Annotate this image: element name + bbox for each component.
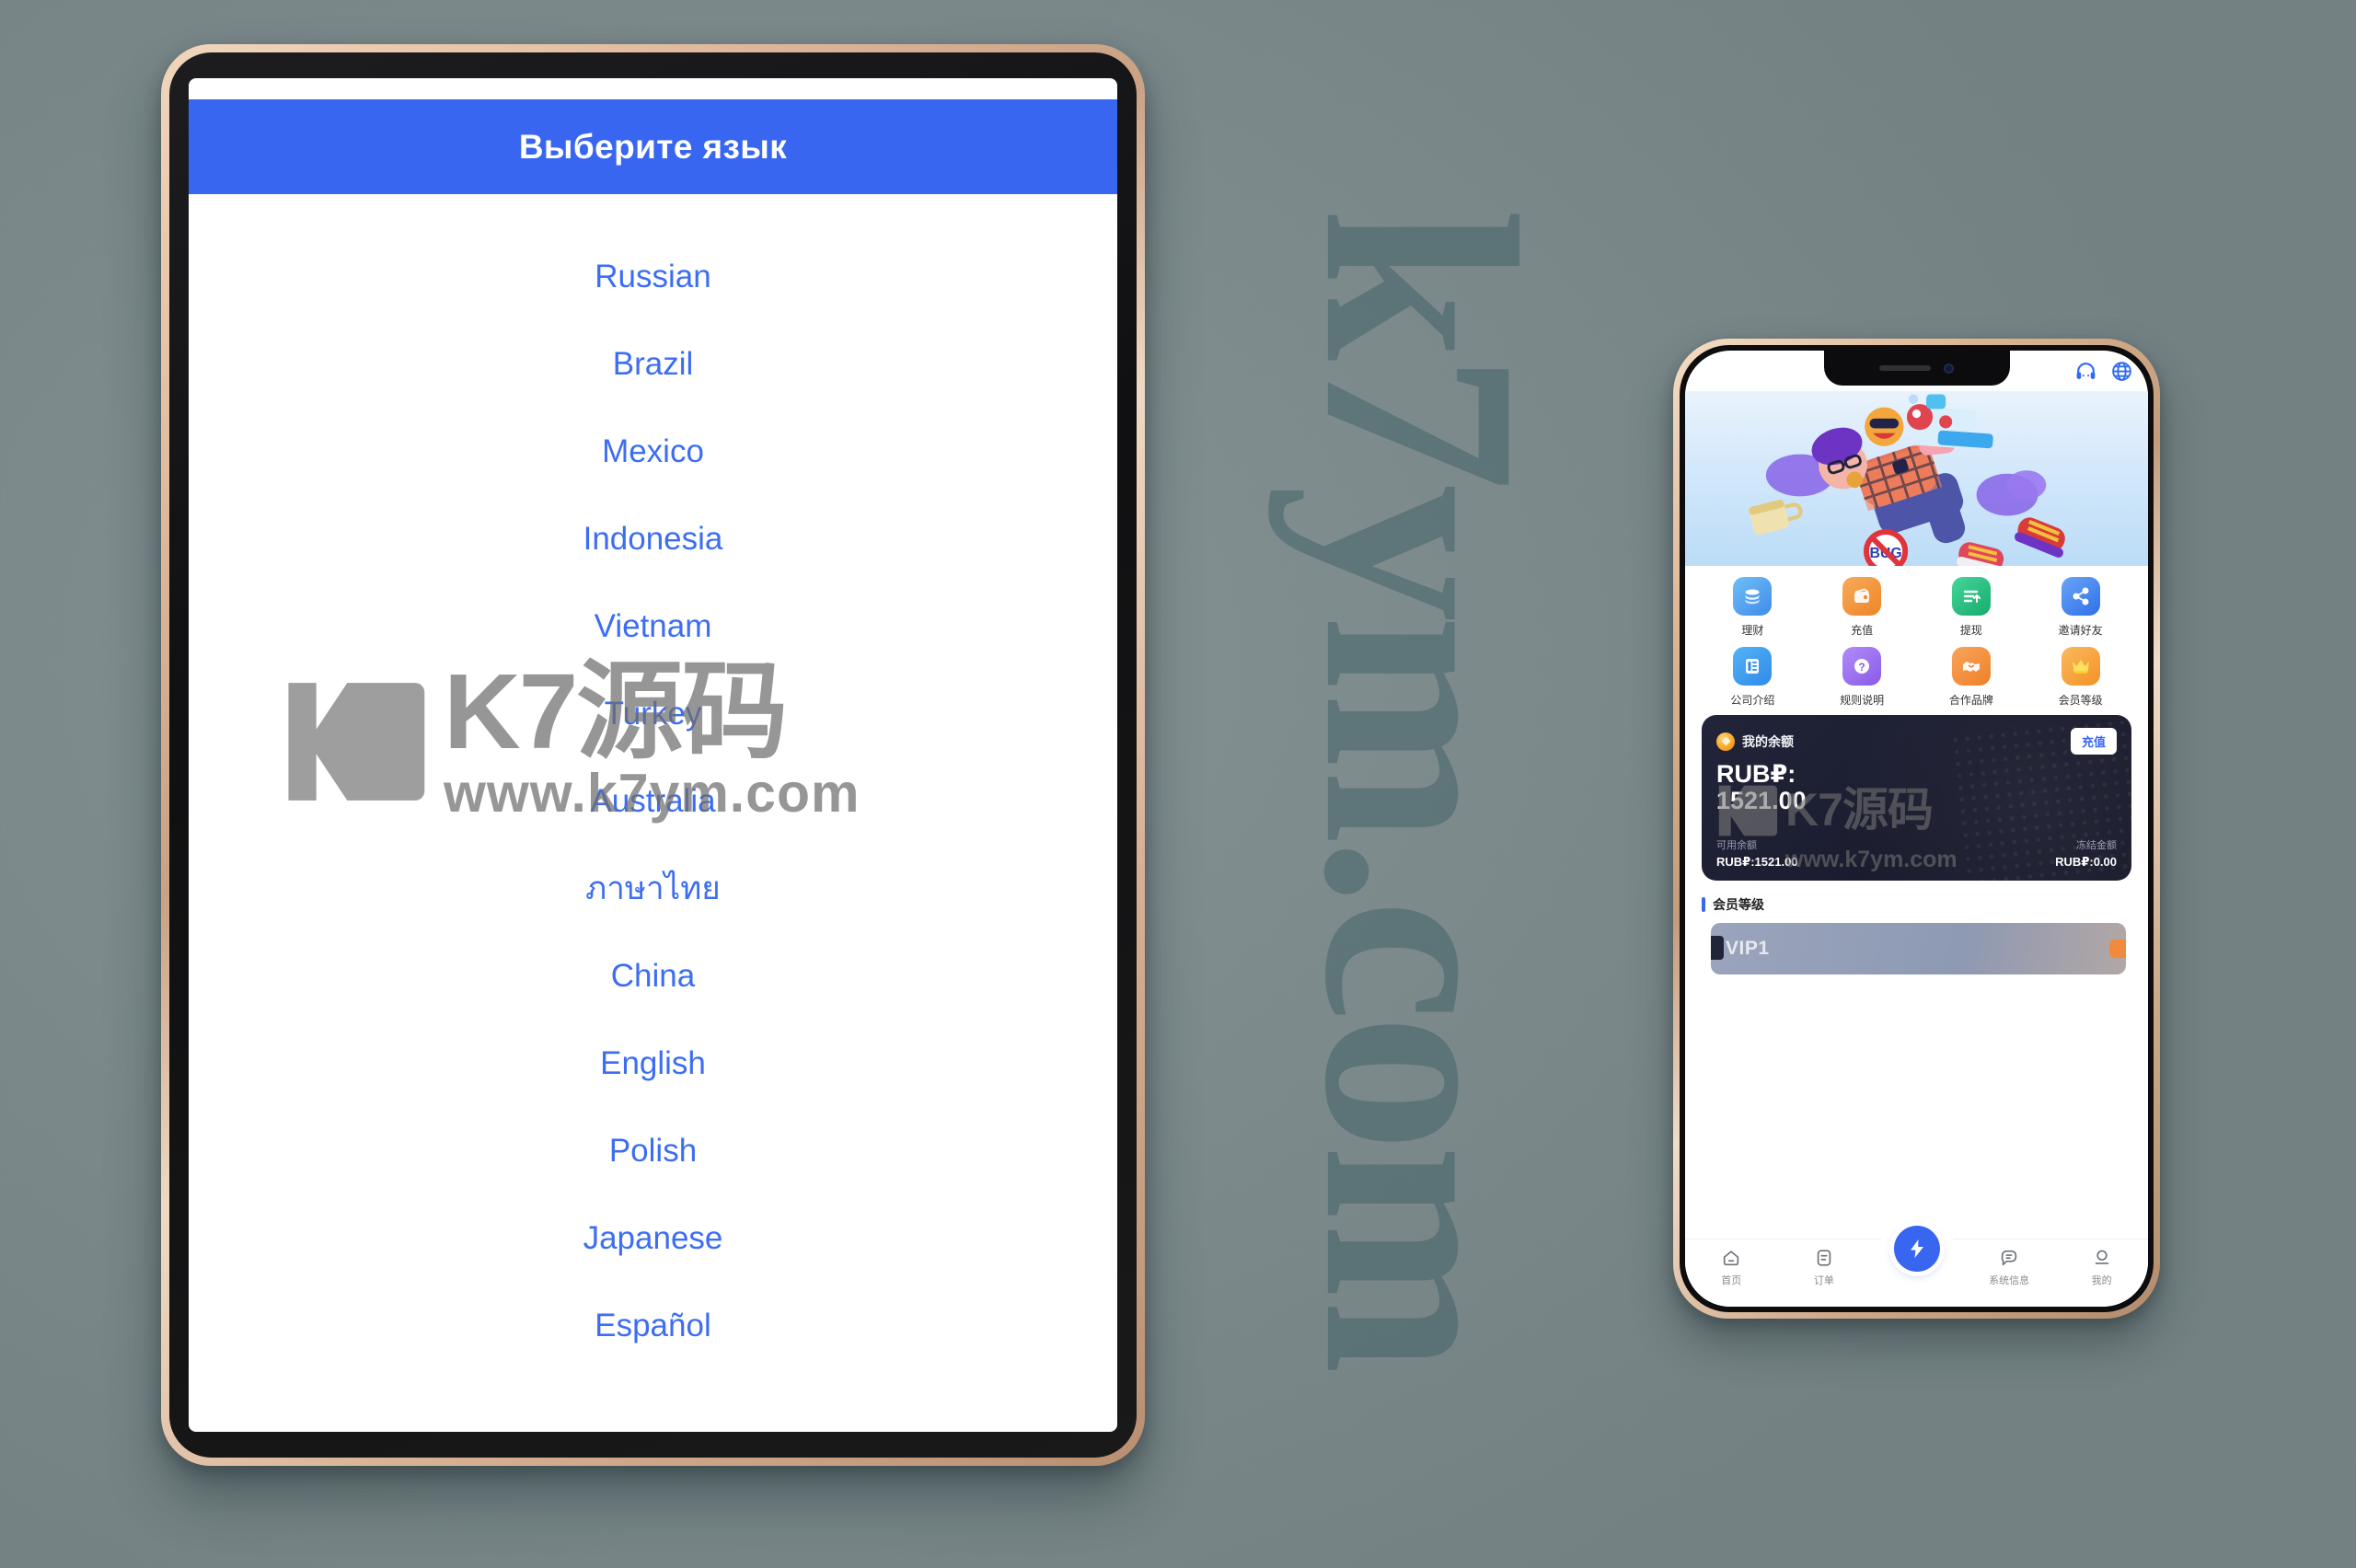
quick-action-guizeshuoming[interactable]: ? 规则说明 <box>1807 638 1917 708</box>
tab-orders[interactable]: 订单 <box>1778 1248 1871 1287</box>
language-option-thai[interactable]: ภาษาไทย <box>189 845 1117 932</box>
balance-amount: RUB₽: 1521.00 <box>1716 760 1807 815</box>
person-icon <box>2095 1250 2108 1264</box>
quick-action-tixian[interactable]: 提现 <box>1917 568 2027 638</box>
crown-icon <box>2061 647 2100 686</box>
vip-card-decor-right <box>2109 940 2126 958</box>
handshake-icon <box>1951 647 1991 686</box>
document-icon <box>1733 647 1773 686</box>
wallet-icon <box>1842 577 1882 616</box>
language-option-english[interactable]: English <box>189 1020 1117 1107</box>
language-option-vietnam[interactable]: Vietnam <box>189 582 1117 670</box>
coin-icon <box>1716 732 1735 751</box>
question-icon: ? <box>1842 647 1882 686</box>
frozen-balance-value: RUB₽:0.00 <box>2055 855 2117 869</box>
tab-home[interactable]: 首页 <box>1685 1248 1778 1287</box>
earpiece-speaker <box>1879 365 1931 371</box>
language-list: Russian Brazil Mexico Indonesia Vietnam … <box>189 194 1117 1432</box>
lightning-fab-button[interactable] <box>1893 1226 1940 1272</box>
quick-action-label: 合作品牌 <box>1948 694 1993 707</box>
quick-action-label: 公司介绍 <box>1730 694 1775 707</box>
tablet-device: Выберите язык Russian Brazil Mexico Indo… <box>161 44 1145 1466</box>
hero-illustration: BUG <box>1749 394 2065 566</box>
watermark-vertical-domain: k7ym.com <box>1268 0 1574 1568</box>
quick-action-label: 充值 <box>1851 624 1874 637</box>
balance-card-footer: 可用余额 RUB₽:1521.00 冻结金额 RUB₽:0.00 <box>1716 837 2117 870</box>
language-selection-screen: Выберите язык Russian Brazil Mexico Indo… <box>189 78 1117 1432</box>
quick-action-chongzhi[interactable]: 充值 <box>1807 568 1917 638</box>
vip-card-decor-left <box>1711 936 1724 960</box>
tab-profile[interactable]: 我的 <box>2055 1248 2148 1287</box>
quick-action-label: 会员等级 <box>2058 694 2103 707</box>
frozen-balance-label: 冻结金额 <box>2076 840 2117 851</box>
coins-icon <box>1733 577 1773 616</box>
vip-section: 会员等级 VIP1 <box>1702 895 2131 974</box>
phone-bezel: BUG <box>1680 345 2154 1312</box>
front-camera <box>1944 363 1954 374</box>
tab-system-messages[interactable]: 系统信息 <box>1963 1248 2056 1287</box>
available-balance-label: 可用余额 <box>1716 840 1757 851</box>
order-icon <box>1817 1250 1831 1266</box>
phone-notch <box>1823 351 2010 386</box>
language-option-turkey[interactable]: Turkey <box>189 670 1117 757</box>
app-home-screen: BUG <box>1685 351 2148 1307</box>
home-icon <box>1724 1251 1739 1266</box>
tab-label: 我的 <box>2091 1275 2112 1286</box>
quick-action-licai[interactable]: 理财 <box>1698 568 1807 638</box>
quick-actions-row-2: 公司介绍 ? 规则说明 合作品牌 会员等级 <box>1698 638 2135 708</box>
lightning-icon <box>1910 1239 1923 1258</box>
tab-label: 订单 <box>1813 1275 1834 1286</box>
vip-heading-text: 会员等级 <box>1713 897 1764 912</box>
language-option-espanol[interactable]: Español <box>189 1282 1117 1369</box>
accent-bar <box>1702 897 1705 912</box>
message-icon <box>2001 1250 2017 1266</box>
quick-actions-grid: 理财 充值 提现 邀请好友 公司介绍 ? 规则说明 合作品牌 会员等级 <box>1685 568 2148 708</box>
withdraw-icon <box>1951 577 1991 616</box>
status-actions-bar <box>2010 351 2148 391</box>
quick-action-label: 规则说明 <box>1840 694 1885 707</box>
language-option-polish[interactable]: Polish <box>189 1107 1117 1194</box>
language-option-russian[interactable]: Russian <box>189 233 1117 320</box>
available-balance-value: RUB₽:1521.00 <box>1716 855 1798 869</box>
balance-card-header: 我的余额 充值 <box>1716 728 2117 755</box>
tablet-bezel: Выберите язык Russian Brazil Mexico Indo… <box>169 52 1137 1458</box>
page-title: Выберите язык <box>518 127 788 166</box>
quick-actions-row-1: 理财 充值 提现 邀请好友 <box>1698 568 2135 638</box>
quick-action-hezuopinpai[interactable]: 合作品牌 <box>1917 638 2027 708</box>
language-option-brazil[interactable]: Brazil <box>189 320 1117 408</box>
headset-icon[interactable] <box>2074 360 2097 383</box>
language-dialog-header: Выберите язык <box>189 99 1117 194</box>
globe-icon[interactable] <box>2110 360 2133 383</box>
balance-title: 我的余额 <box>1742 733 1794 749</box>
hero-banner[interactable]: BUG <box>1685 391 2148 566</box>
quick-action-huiyuandengji[interactable]: 会员等级 <box>2026 638 2135 708</box>
vip-level-card[interactable]: VIP1 <box>1711 923 2126 974</box>
svg-text:?: ? <box>1858 661 1865 674</box>
tab-label: 首页 <box>1721 1275 1742 1286</box>
available-balance-block: 可用余额 RUB₽:1521.00 <box>1716 837 1798 870</box>
language-option-china[interactable]: China <box>189 932 1117 1020</box>
language-option-mexico[interactable]: Mexico <box>189 408 1117 495</box>
quick-action-label: 理财 <box>1741 624 1764 637</box>
language-option-indonesia[interactable]: Indonesia <box>189 495 1117 582</box>
recharge-button[interactable]: 充值 <box>2070 728 2117 755</box>
quick-action-yaoqing[interactable]: 邀请好友 <box>2026 568 2135 638</box>
language-option-japanese[interactable]: Japanese <box>189 1194 1117 1282</box>
quick-action-gongsijieshao[interactable]: 公司介绍 <box>1698 638 1807 708</box>
quick-action-label: 提现 <box>1959 624 1982 637</box>
tab-label: 系统信息 <box>1989 1275 2030 1286</box>
watermark-vertical-text: k7ym.com <box>1267 206 1574 1367</box>
frozen-balance-block: 冻结金额 RUB₽:0.00 <box>2055 837 2117 870</box>
balance-card: 我的余额 充值 RUB₽: 1521.00 可用余额 RUB₽:1521.00 … <box>1702 715 2131 881</box>
share-icon <box>2061 577 2100 616</box>
language-option-australia[interactable]: Australia <box>189 757 1117 845</box>
vip-section-heading: 会员等级 <box>1702 895 2131 914</box>
phone-device: BUG <box>1673 339 2160 1319</box>
quick-action-label: 邀请好友 <box>2058 624 2103 637</box>
vip-level-label: VIP1 <box>1726 938 1770 959</box>
